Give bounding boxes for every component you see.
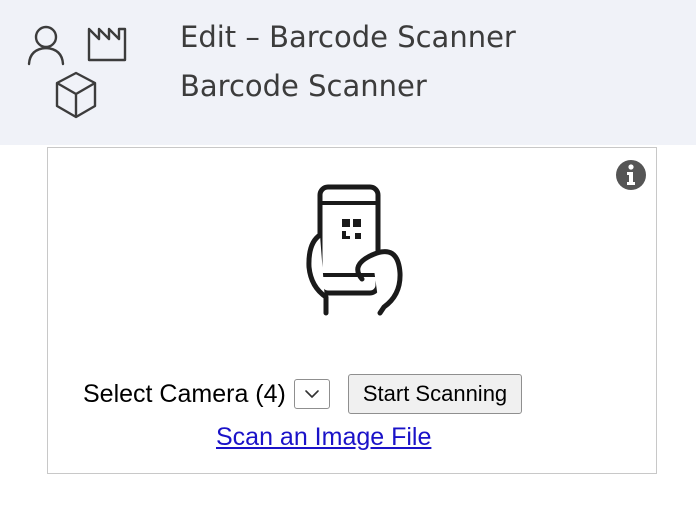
factory-icon[interactable] xyxy=(86,25,128,63)
camera-controls: Select Camera (4) Start Scanning xyxy=(83,374,523,414)
camera-select-label: Select Camera (4) xyxy=(83,380,286,408)
cube-icon[interactable] xyxy=(53,70,99,120)
start-scanning-button[interactable]: Start Scanning xyxy=(347,374,523,414)
chevron-down-icon xyxy=(305,390,319,398)
app-header: Edit – Barcode Scanner Barcode Scanner xyxy=(0,0,696,145)
info-icon[interactable] xyxy=(614,158,648,192)
user-icon[interactable] xyxy=(26,24,66,66)
scan-image-file-link[interactable]: Scan an Image File xyxy=(216,422,431,452)
page-title: Edit – Barcode Scanner xyxy=(180,20,516,54)
phone-qr-scan-icon xyxy=(306,183,406,319)
page-subtitle: Barcode Scanner xyxy=(180,69,427,103)
camera-select-dropdown[interactable] xyxy=(293,379,330,409)
